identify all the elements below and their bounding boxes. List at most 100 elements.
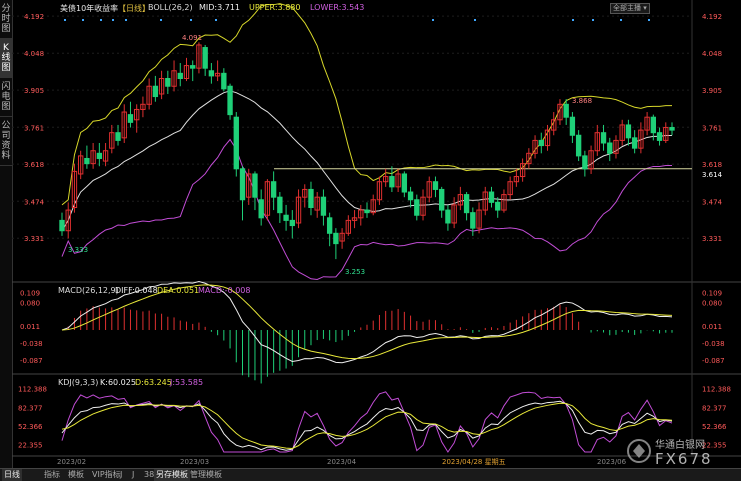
kdj-d: D:63.245	[135, 378, 172, 387]
kdj-tick-left: 82.377	[18, 404, 43, 412]
candle-body	[96, 152, 103, 159]
kdj-j-line	[61, 391, 673, 453]
candle-body	[202, 47, 208, 69]
macd-tick-left: -0.087	[20, 357, 43, 365]
bottom-tab[interactable]: 模板	[66, 469, 86, 481]
event-marker	[100, 19, 102, 21]
candle-body	[669, 127, 675, 131]
candle-body	[607, 142, 613, 154]
x-axis-label: 2023/04	[327, 458, 357, 466]
bottom-tab[interactable]: J	[130, 469, 136, 481]
macd-tick-left: 0.011	[20, 323, 40, 331]
price-tick-left: 4.048	[24, 50, 44, 58]
event-marker	[190, 19, 192, 21]
candle-body	[333, 232, 339, 245]
candle-body	[364, 209, 370, 214]
sidebar-tab[interactable]: 公司资料	[0, 117, 12, 166]
kdj-label: KDJ(9,3,3)	[58, 378, 99, 387]
broadcaster-dropdown[interactable]: 全部主播 ▾	[610, 3, 650, 14]
candle-body	[320, 196, 327, 216]
price-tick-right: 3.618	[702, 161, 722, 169]
boll-lower: LOWER:3.543	[310, 3, 365, 12]
candle-body	[439, 188, 445, 211]
candle-body	[277, 196, 283, 214]
period-label[interactable]: 【日线】	[118, 3, 150, 14]
candle-body	[252, 173, 258, 198]
event-marker	[64, 19, 66, 21]
candle-body	[600, 132, 607, 144]
candle-body	[488, 191, 495, 203]
x-axis-label: 2023/03	[180, 458, 209, 466]
event-marker	[160, 19, 162, 21]
event-marker	[474, 19, 476, 21]
kdj-tick-left: 112.388	[18, 386, 47, 394]
price-tick-left: 3.905	[24, 87, 44, 95]
kdj-k: K:60.025	[100, 378, 136, 387]
macd-tick-right: -0.038	[702, 340, 725, 348]
macd-tick-right: 0.080	[702, 300, 722, 308]
candle-body	[407, 191, 414, 201]
candle-body	[582, 155, 588, 170]
candle-body	[625, 124, 632, 139]
macd-tick-right: -0.087	[702, 357, 725, 365]
price-tick-left: 3.761	[24, 124, 44, 132]
macd-tick-left: 0.080	[20, 300, 40, 308]
price-tick-right: 3.761	[702, 124, 722, 132]
candle-body	[177, 72, 183, 79]
candle-body	[563, 103, 569, 118]
event-marker	[215, 19, 217, 21]
x-axis-label: 2023/06	[597, 458, 627, 466]
candle-body	[152, 85, 159, 98]
candle-body	[59, 219, 65, 232]
event-marker	[620, 19, 622, 21]
candle-body	[227, 85, 233, 116]
kdj-tick-left: 52.366	[18, 423, 43, 431]
candle-body	[463, 194, 470, 214]
high-annotation: 3.868	[572, 97, 592, 105]
bottom-tab-bar: 日线 指标 模板 VIP指标 J J 38 另存模板 管理模板	[0, 468, 741, 481]
macd-value: MACD:-0.008	[198, 286, 251, 295]
candle-body	[445, 209, 451, 224]
candle-body	[650, 116, 657, 134]
bottom-tab[interactable]: 指标	[42, 469, 62, 481]
macd-diff: DIFF:0.048	[115, 286, 158, 295]
last-price: 3.614	[702, 171, 723, 179]
event-marker	[648, 19, 650, 21]
candle-body	[432, 181, 439, 190]
candle-body	[221, 72, 227, 90]
macd-label: MACD(26,12,9)	[58, 286, 119, 295]
candle-body	[575, 134, 582, 157]
fx678-watermark: 华通白银网 FX678	[627, 438, 711, 467]
candle-body	[569, 116, 576, 136]
price-tick-right: 4.048	[702, 50, 722, 58]
macd-tick-left: -0.038	[20, 340, 43, 348]
boll-label: BOLL(26,2)	[148, 3, 193, 12]
macd-tick-left: 0.109	[20, 290, 40, 298]
candle-body	[389, 176, 395, 188]
bottom-tab[interactable]: J	[118, 469, 124, 481]
candle-body	[84, 157, 90, 165]
sidebar-tab[interactable]: K线图	[0, 39, 12, 78]
bottom-tab[interactable]: 日线	[2, 469, 22, 481]
event-marker	[592, 19, 594, 21]
kline-chart[interactable]: 4.192 4.192 4.048 4.048 3.905 3.905 3.761 3.761…	[12, 0, 741, 468]
kdj-k-line	[61, 400, 673, 451]
event-marker	[112, 19, 114, 21]
sidebar-tab[interactable]: 分时图	[0, 0, 12, 39]
event-marker	[572, 19, 574, 21]
candle-body	[165, 78, 171, 87]
x-axis-label: 2023/02	[57, 458, 86, 466]
candle-body	[258, 199, 264, 219]
high-annotation: 4.091	[182, 34, 202, 42]
event-marker	[82, 19, 84, 21]
kdj-tick-right: 112.388	[702, 386, 731, 394]
x-axis-label: 2023/04/28 星期五	[442, 458, 506, 466]
candle-body	[190, 65, 196, 69]
sidebar-tab[interactable]: 闪电图	[0, 78, 12, 117]
price-tick-right: 3.331	[702, 235, 722, 243]
candle-body	[239, 168, 246, 201]
bottom-tab[interactable]: 另存模板	[154, 469, 190, 481]
candle-body	[270, 181, 277, 198]
bottom-tab[interactable]: 管理模板	[188, 469, 224, 481]
price-tick-left: 4.192	[24, 13, 44, 21]
